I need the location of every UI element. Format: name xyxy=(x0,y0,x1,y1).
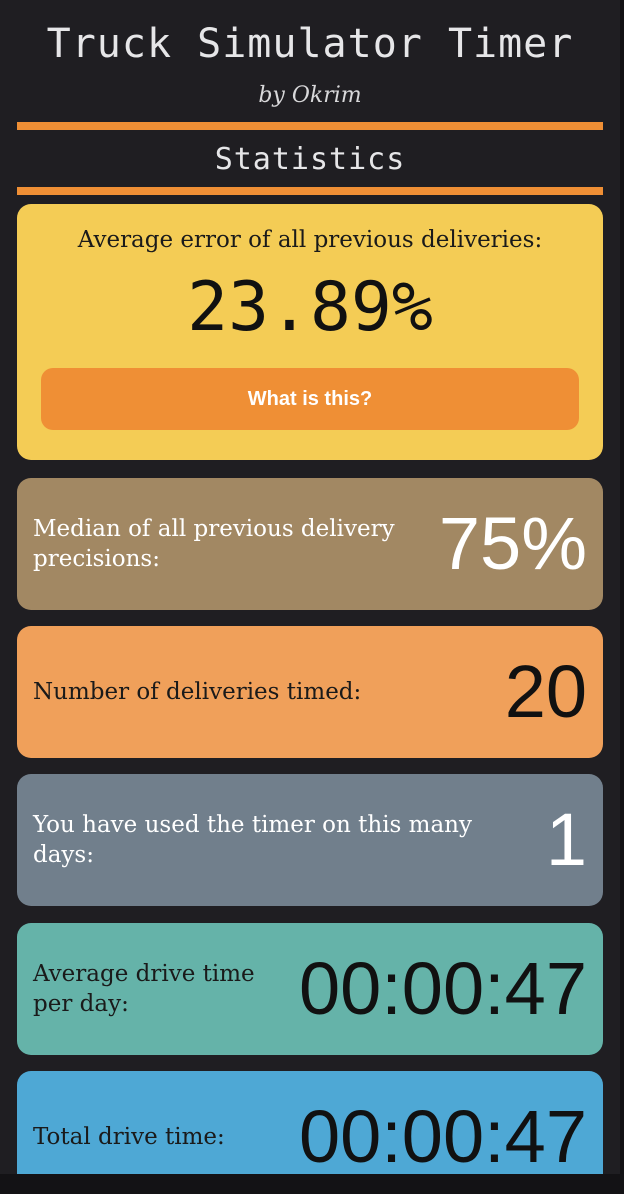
window-edge-right xyxy=(620,0,624,1194)
median-precision-value: 75% xyxy=(438,502,587,585)
what-is-this-button[interactable]: What is this? xyxy=(41,368,579,430)
deliveries-timed-value: 20 xyxy=(504,650,587,733)
app-subtitle: by Okrim xyxy=(258,83,362,108)
days-used-label: You have used the timer on this many day… xyxy=(33,812,472,868)
days-used-value: 1 xyxy=(545,798,587,881)
median-precision-label: Median of all previous delivery precisio… xyxy=(33,516,395,572)
app-title: Truck Simulator Timer xyxy=(46,21,574,67)
scroll-viewport[interactable]: Truck Simulator Timer by Okrim Statistic… xyxy=(0,0,624,1175)
deliveries-timed-label: Number of deliveries timed: xyxy=(33,679,362,705)
average-drive-time-value: 00:00:47 xyxy=(298,947,587,1030)
days-used-card: You have used the timer on this many day… xyxy=(17,774,603,906)
median-precision-card: Median of all previous delivery precisio… xyxy=(17,478,603,610)
average-error-card: Average error of all previous deliveries… xyxy=(17,204,603,460)
total-drive-time-value: 00:00:47 xyxy=(298,1095,587,1175)
deliveries-timed-card: Number of deliveries timed: 20 xyxy=(17,626,603,758)
average-drive-time-card: Average drive time per day: 00:00:47 xyxy=(17,923,603,1055)
header-divider-top xyxy=(17,122,603,130)
average-error-label: Average error of all previous deliveries… xyxy=(77,227,543,253)
total-drive-time-card: Total drive time: 00:00:47 xyxy=(17,1071,603,1175)
header-divider-bottom xyxy=(17,187,603,195)
average-drive-time-label: Average drive time per day: xyxy=(33,961,255,1017)
window-edge-bottom xyxy=(0,1174,624,1194)
total-drive-time-label: Total drive time: xyxy=(33,1124,225,1150)
app-screen: Truck Simulator Timer by Okrim Statistic… xyxy=(0,0,624,1194)
section-title: Statistics xyxy=(214,142,406,177)
average-error-value: 23.89% xyxy=(187,268,433,347)
